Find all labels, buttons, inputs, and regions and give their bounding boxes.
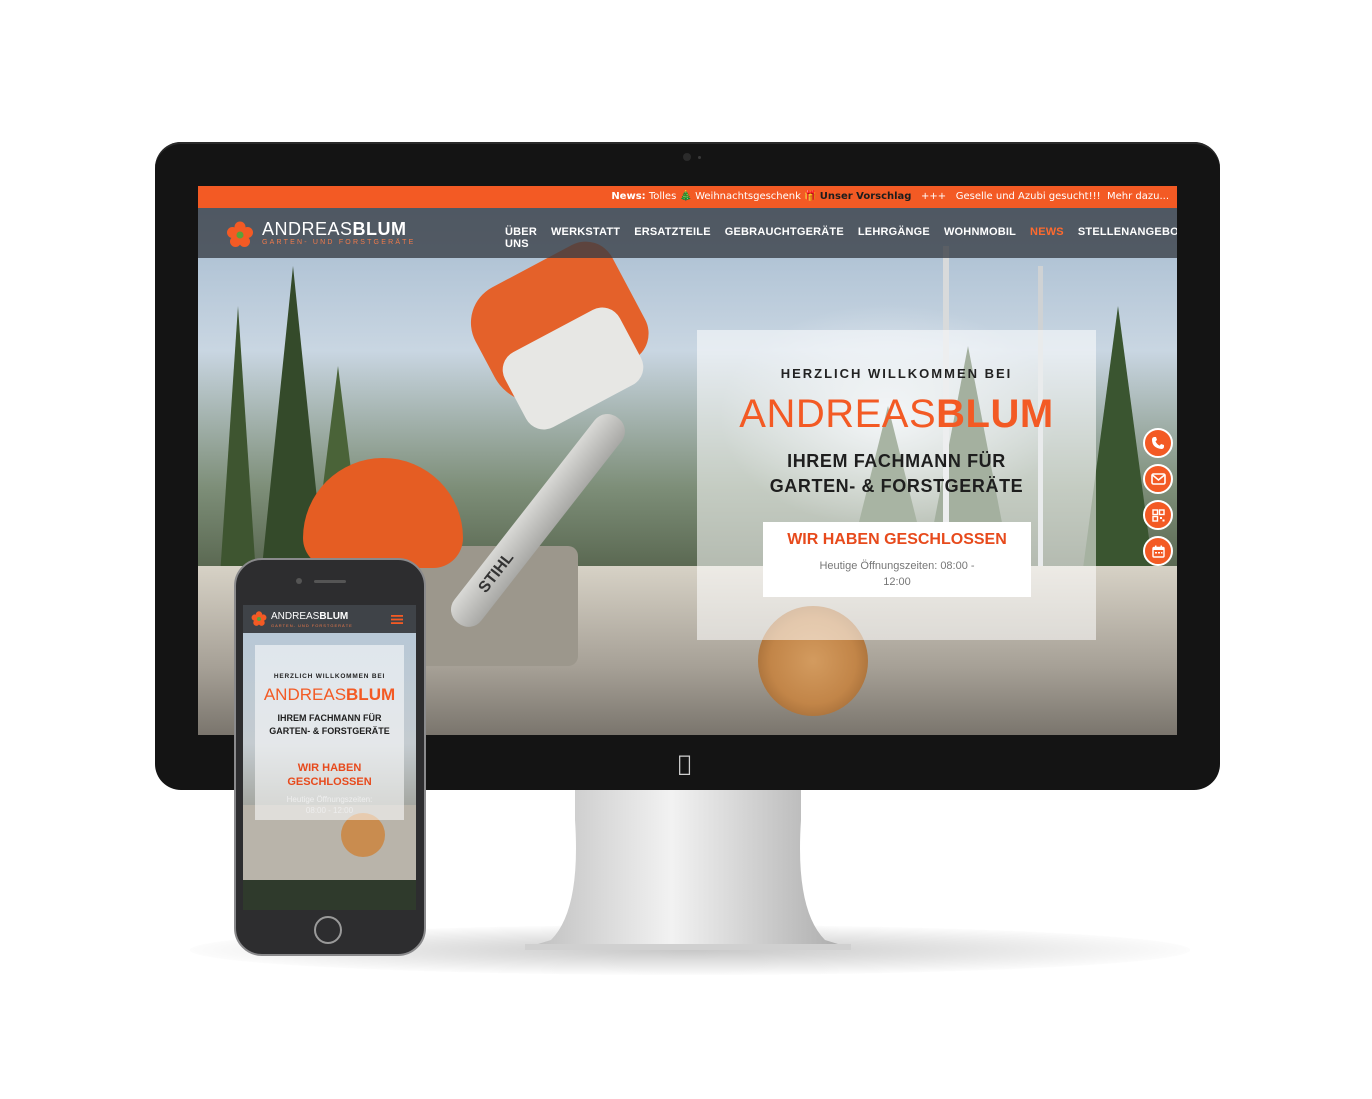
- calendar-icon: [1151, 545, 1165, 558]
- flower-logo-icon[interactable]: [226, 221, 254, 249]
- mobile-logo-bold: BLUM: [319, 611, 349, 622]
- monitor-stand: [525, 790, 851, 950]
- mobile-brand: ANDREASBLUM: [243, 685, 416, 705]
- nav-item-wohnmobil[interactable]: WOHNMOBIL: [937, 226, 1023, 250]
- nav-item-ueber-uns[interactable]: ÜBER UNS: [498, 226, 544, 250]
- mobile-hours-line-2: 08:00 - 12:00: [305, 806, 354, 815]
- phone-home-button[interactable]: [314, 916, 342, 944]
- nav-item-stellenangebote[interactable]: STELLENANGEBOTE: [1071, 226, 1177, 250]
- main-menu: ÜBER UNS WERKSTATT ERSATZTEILE GEBRAUCHT…: [498, 226, 1177, 250]
- nav-item-ersatzteile[interactable]: ERSATZTEILE: [627, 226, 718, 250]
- opening-hours-line-2: 12:00: [883, 576, 911, 588]
- apple-logo-icon: : [678, 752, 691, 777]
- logo-wordmark[interactable]: ANDREASBLUM: [262, 219, 407, 240]
- ticker-news-text: Tolles 🎄 Weihnachtsgeschenk 🎁: [648, 191, 817, 202]
- mobile-welcome-text: HERZLICH WILLKOMMEN BEI: [273, 673, 386, 680]
- webcam: [683, 153, 691, 161]
- opening-hours-line-1: Heutige Öffnungszeiten: 08:00 -: [819, 560, 975, 572]
- mobile-logo-light: ANDREAS: [271, 611, 320, 622]
- mobile-status-line-1: WIR HABEN: [297, 762, 362, 774]
- mobile-brand-light: ANDREAS: [263, 685, 347, 704]
- mail-icon: [1150, 473, 1166, 485]
- hero-tagline-2: GARTEN- & FORSTGERÄTE: [769, 476, 1024, 496]
- email-button[interactable]: [1143, 464, 1173, 494]
- logo-name-bold: BLUM: [352, 219, 407, 239]
- phone-button[interactable]: [1143, 428, 1173, 458]
- ticker-separator: +++: [921, 191, 947, 202]
- opening-status: WIR HABEN GESCHLOSSEN: [787, 531, 1007, 548]
- news-ticker: News: Tolles 🎄 Weihnachtsgeschenk 🎁 Unse…: [198, 186, 1177, 208]
- webcam-light: [698, 156, 701, 159]
- hero-brand-light: ANDREAS: [739, 392, 937, 436]
- nav-item-lehrgaenge[interactable]: LEHRGÄNGE: [851, 226, 937, 250]
- ticker-news-link[interactable]: Unser Vorschlag: [820, 191, 912, 202]
- mobile-hours-line-1: Heutige Öffnungszeiten:: [286, 795, 373, 804]
- phone-camera: [296, 578, 302, 584]
- phone-speaker: [314, 580, 346, 583]
- phone-icon: [1152, 437, 1164, 449]
- hero-welcome-text: HERZLICH WILLKOMMEN BEI: [780, 366, 1013, 381]
- mobile-brand-bold: BLUM: [346, 685, 396, 704]
- qr-code-button[interactable]: [1143, 500, 1173, 530]
- mobile-tagline-1: IHREM FACHMANN FÜR: [277, 713, 382, 723]
- mobile-flower-logo-icon[interactable]: [251, 611, 267, 627]
- qr-code-icon: [1151, 508, 1165, 522]
- hamburger-menu-icon[interactable]: [391, 615, 403, 624]
- mobile-tagline-2: GARTEN- & FORSTGERÄTE: [269, 726, 390, 736]
- hero-brand: ANDREASBLUM: [697, 392, 1096, 437]
- mobile-logo-subtitle: GARTEN- UND FORSTGERÄTE: [271, 623, 353, 628]
- ticker-jobs-link[interactable]: Mehr dazu...: [1107, 191, 1169, 202]
- mobile-status-line-2: GESCHLOSSEN: [287, 776, 372, 788]
- mobile-screen: ANDREASBLUM GARTEN- UND FORSTGERÄTE HERZ…: [243, 605, 416, 910]
- hero-tagline-1: IHREM FACHMANN FÜR: [787, 451, 1006, 471]
- hero-brand-bold: BLUM: [936, 392, 1054, 436]
- mobile-logo-wordmark[interactable]: ANDREASBLUM: [271, 611, 348, 622]
- ticker-jobs-text: Geselle und Azubi gesucht!!!: [955, 191, 1101, 202]
- calendar-button[interactable]: [1143, 536, 1173, 566]
- nav-item-werkstatt[interactable]: WERKSTATT: [544, 226, 627, 250]
- nav-item-news[interactable]: NEWS: [1023, 226, 1071, 250]
- nav-item-gebrauchtgeraete[interactable]: GEBRAUCHTGERÄTE: [718, 226, 851, 250]
- opening-hours: Heutige Öffnungszeiten: 08:00 - 12:00: [798, 558, 996, 590]
- ticker-news-label: News:: [611, 191, 646, 202]
- logo-name-light: ANDREAS: [262, 219, 353, 239]
- logo-subtitle: GARTEN- UND FORSTGERÄTE: [262, 239, 416, 246]
